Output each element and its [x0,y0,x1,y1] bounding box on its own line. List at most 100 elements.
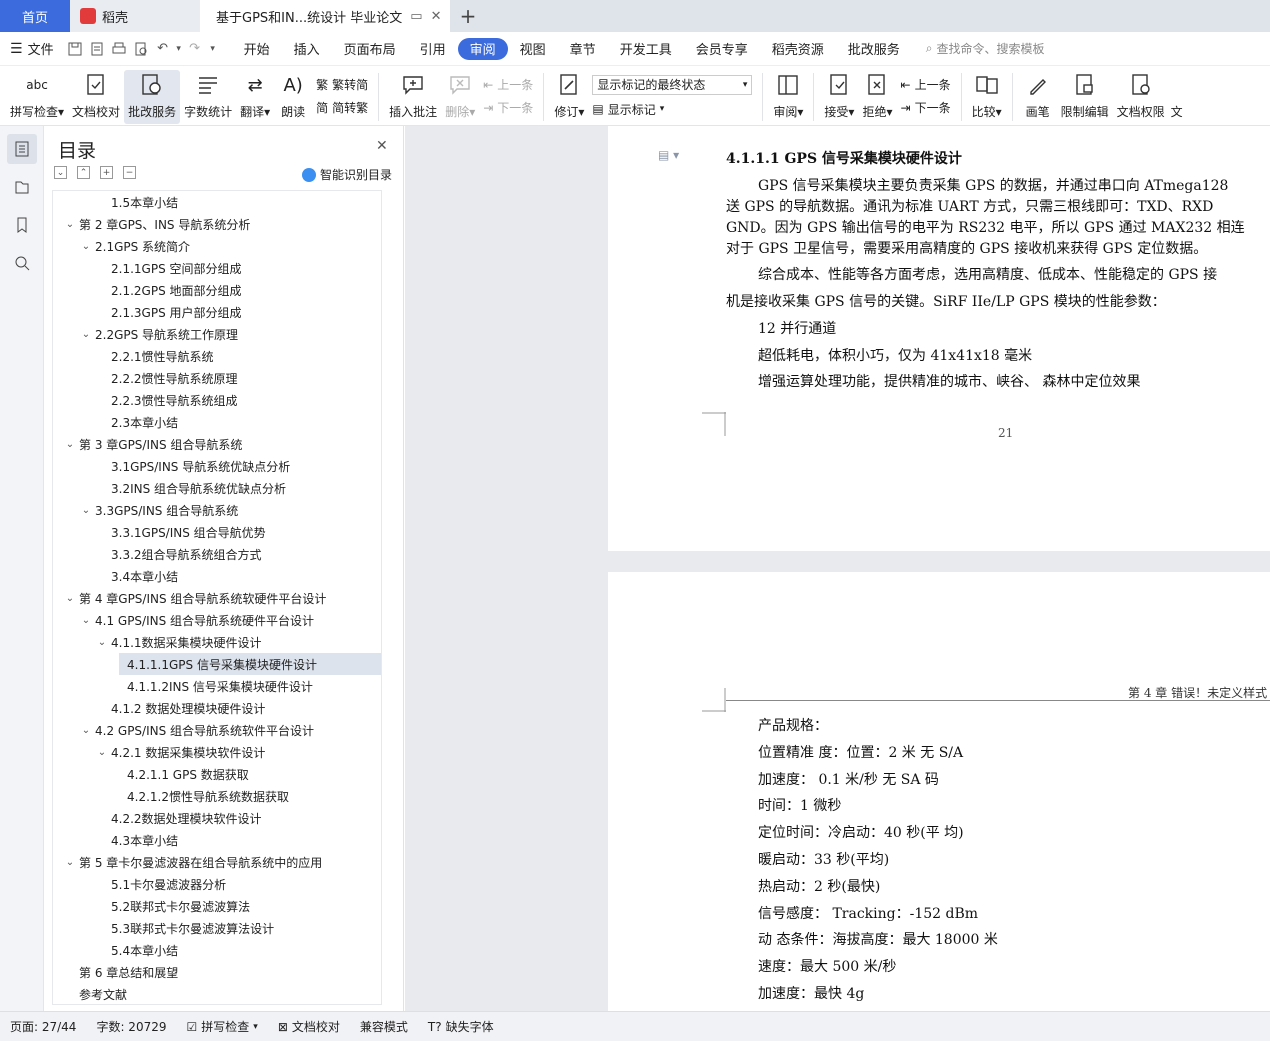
next-revision-button[interactable]: ⇥ 下一条 [901,99,951,116]
toc-item[interactable]: ⌄ 第 3 章GPS/INS 组合导航系统 [53,433,381,455]
expand-all-icon[interactable]: ⌃ [77,166,90,179]
export-pdf-icon[interactable] [86,38,108,60]
show-markup-button[interactable]: ▤ 显示标记 ▾ [592,101,752,118]
chevron-down-icon[interactable]: ⌄ [79,241,93,252]
undo-icon[interactable]: ↶ [152,38,174,60]
toc-item[interactable]: 3.1GPS/INS 导航系统优缺点分析 [53,455,381,477]
toc-item[interactable]: 4.1.1.1GPS 信号采集模块硬件设计 [119,653,381,675]
page-indicator[interactable]: 页面: 27/44 [0,1018,86,1035]
add-heading-icon[interactable]: + [100,166,113,179]
doc-rights-button[interactable]: 文档权限 [1113,70,1169,124]
toc-item[interactable]: 2.1.1GPS 空间部分组成 [53,257,381,279]
toc-item[interactable]: ⌄ 第 4 章GPS/INS 组合导航系统软硬件平台设计 [53,587,381,609]
toc-item[interactable]: ⌄ 3.3GPS/INS 组合导航系统 [53,499,381,521]
toc-item[interactable]: 4.3本章小结 [53,829,381,851]
save-icon[interactable] [64,38,86,60]
undo-dropdown-icon[interactable]: ▾ [174,38,184,60]
chevron-down-icon[interactable]: ⌄ [63,593,77,604]
menu-item-3[interactable]: 引用 [408,38,458,60]
menu-item-7[interactable]: 开发工具 [608,38,684,60]
chevron-down-icon[interactable]: ⌄ [95,747,109,758]
collapse-all-icon[interactable]: ⌄ [54,166,67,179]
toc-item[interactable]: 1.5本章小结 [53,191,381,213]
missing-font-status[interactable]: T? 缺失字体 [418,1018,504,1035]
spell-check-button[interactable]: abc 拼写检查▾ [0,70,68,124]
insert-comment-button[interactable]: 插入批注 [385,70,441,124]
toc-item[interactable]: 5.4本章小结 [53,939,381,961]
prev-comment-button[interactable]: ⇤ 上一条 [483,76,533,93]
chevron-down-icon[interactable]: ⌄ [79,725,93,736]
toc-item[interactable]: 5.1卡尔曼滤波器分析 [53,873,381,895]
translate-button[interactable]: ⇄ 翻译▾ [236,70,274,124]
more-ribbon-button[interactable]: 文 [1169,70,1185,124]
doc-proof-status[interactable]: ⊠ 文档校对 [268,1018,350,1035]
command-search[interactable]: ⌕ 查找命令、搜索模板 [926,40,1045,57]
redo-icon[interactable]: ↷ [184,38,206,60]
menu-item-5[interactable]: 视图 [508,38,558,60]
restrict-editing-button[interactable]: 限制编辑 [1057,70,1113,124]
comment-margin-icon[interactable]: ▤ ▾ [658,148,679,162]
pen-button[interactable]: 画笔 [1019,70,1057,124]
accept-button[interactable]: 接受▾ [820,70,858,124]
chevron-down-icon[interactable]: ⌄ [95,637,109,648]
toc-item[interactable]: 3.3.2组合导航系统组合方式 [53,543,381,565]
prev-revision-button[interactable]: ⇤ 上一条 [901,76,951,93]
toc-item[interactable]: ⌄ 4.2.1 数据采集模块软件设计 [53,741,381,763]
toc-item[interactable]: ⌄ 4.2 GPS/INS 组合导航系统软件平台设计 [53,719,381,741]
toc-item[interactable]: 5.2联邦式卡尔曼滤波算法 [53,895,381,917]
menu-item-0[interactable]: 开始 [232,38,282,60]
toc-item[interactable]: 2.1.2GPS 地面部分组成 [53,279,381,301]
toc-item[interactable]: 2.3本章小结 [53,411,381,433]
bookmark-icon[interactable] [7,210,37,240]
toc-icon[interactable] [7,134,37,164]
review-pane-button[interactable]: 审阅▾ [769,70,807,124]
word-count-button[interactable]: 字数统计 [180,70,236,124]
new-tab-button[interactable]: + [450,0,486,32]
remove-heading-icon[interactable]: − [123,166,136,179]
read-aloud-button[interactable]: A) 朗读 [274,70,312,124]
chevron-down-icon[interactable]: ⌄ [79,329,93,340]
toc-item[interactable]: 4.2.1.1 GPS 数据获取 [53,763,381,785]
customize-dropdown-icon[interactable]: ▾ [206,38,220,60]
next-comment-button[interactable]: ⇥ 下一条 [483,99,533,116]
toc-item[interactable]: ⌄ 第 2 章GPS、INS 导航系统分析 [53,213,381,235]
toc-item[interactable]: 2.1.3GPS 用户部分组成 [53,301,381,323]
correction-service-button[interactable]: 批改服务 [124,70,181,124]
document-page-21[interactable]: ▤ ▾ 4.1.1.1 GPS 信号采集模块硬件设计 GPS 信号采集模块主要负… [608,126,1270,551]
track-changes-button[interactable]: 修订▾ [550,70,588,124]
toc-item[interactable]: 4.1.2 数据处理模块硬件设计 [53,697,381,719]
find-icon[interactable] [7,248,37,278]
toc-item[interactable]: 2.2.3惯性导航系统组成 [53,389,381,411]
toc-item[interactable]: 5.3联邦式卡尔曼滤波算法设计 [53,917,381,939]
toc-item[interactable]: 第 6 章总结和展望 [53,961,381,983]
toc-item[interactable]: ⌄ 2.2GPS 导航系统工作原理 [53,323,381,345]
toc-item[interactable]: 4.2.1.2惯性导航系统数据获取 [53,785,381,807]
menu-item-10[interactable]: 批改服务 [836,38,912,60]
toc-item[interactable]: 4.1.1.2INS 信号采集模块硬件设计 [53,675,381,697]
toc-item[interactable]: 2.2.1惯性导航系统 [53,345,381,367]
close-icon[interactable]: ✕ [376,138,388,154]
chevron-down-icon[interactable]: ⌄ [79,505,93,516]
chevron-down-icon[interactable]: ⌄ [63,857,77,868]
menu-item-6[interactable]: 章节 [558,38,608,60]
chevron-down-icon[interactable]: ⌄ [63,439,77,450]
toc-item[interactable]: ⌄ 第 5 章卡尔曼滤波器在组合导航系统中的应用 [53,851,381,873]
chapter-icon[interactable] [7,172,37,202]
smart-toc-button[interactable]: 智能识别目录 [302,166,392,183]
menu-item-9[interactable]: 稻壳资源 [760,38,836,60]
toc-item[interactable]: ⌄ 4.1.1数据采集模块硬件设计 [53,631,381,653]
tab-daoke[interactable]: 稻壳 [70,0,200,32]
reject-button[interactable]: 拒绝▾ [858,70,896,124]
toc-item[interactable]: 3.3.1GPS/INS 组合导航优势 [53,521,381,543]
chevron-down-icon[interactable]: ⌄ [63,219,77,230]
menu-item-2[interactable]: 页面布局 [332,38,408,60]
compare-button[interactable]: 比较▾ [968,70,1006,124]
tab-document[interactable]: 基于GPS和IN...统设计 毕业论文 ▭ ✕ [200,0,450,32]
toc-item[interactable]: 参考文献 [53,983,381,1004]
spell-check-status[interactable]: ☑ 拼写检查 ▾ [177,1018,268,1035]
toc-item[interactable]: 4.2.2数据处理模块软件设计 [53,807,381,829]
tab-home[interactable]: 首页 [0,0,70,32]
trad-to-simp-button[interactable]: 繁繁转简 [316,76,368,93]
file-menu[interactable]: ☰ 文件 [0,39,64,59]
print-icon[interactable] [108,38,130,60]
